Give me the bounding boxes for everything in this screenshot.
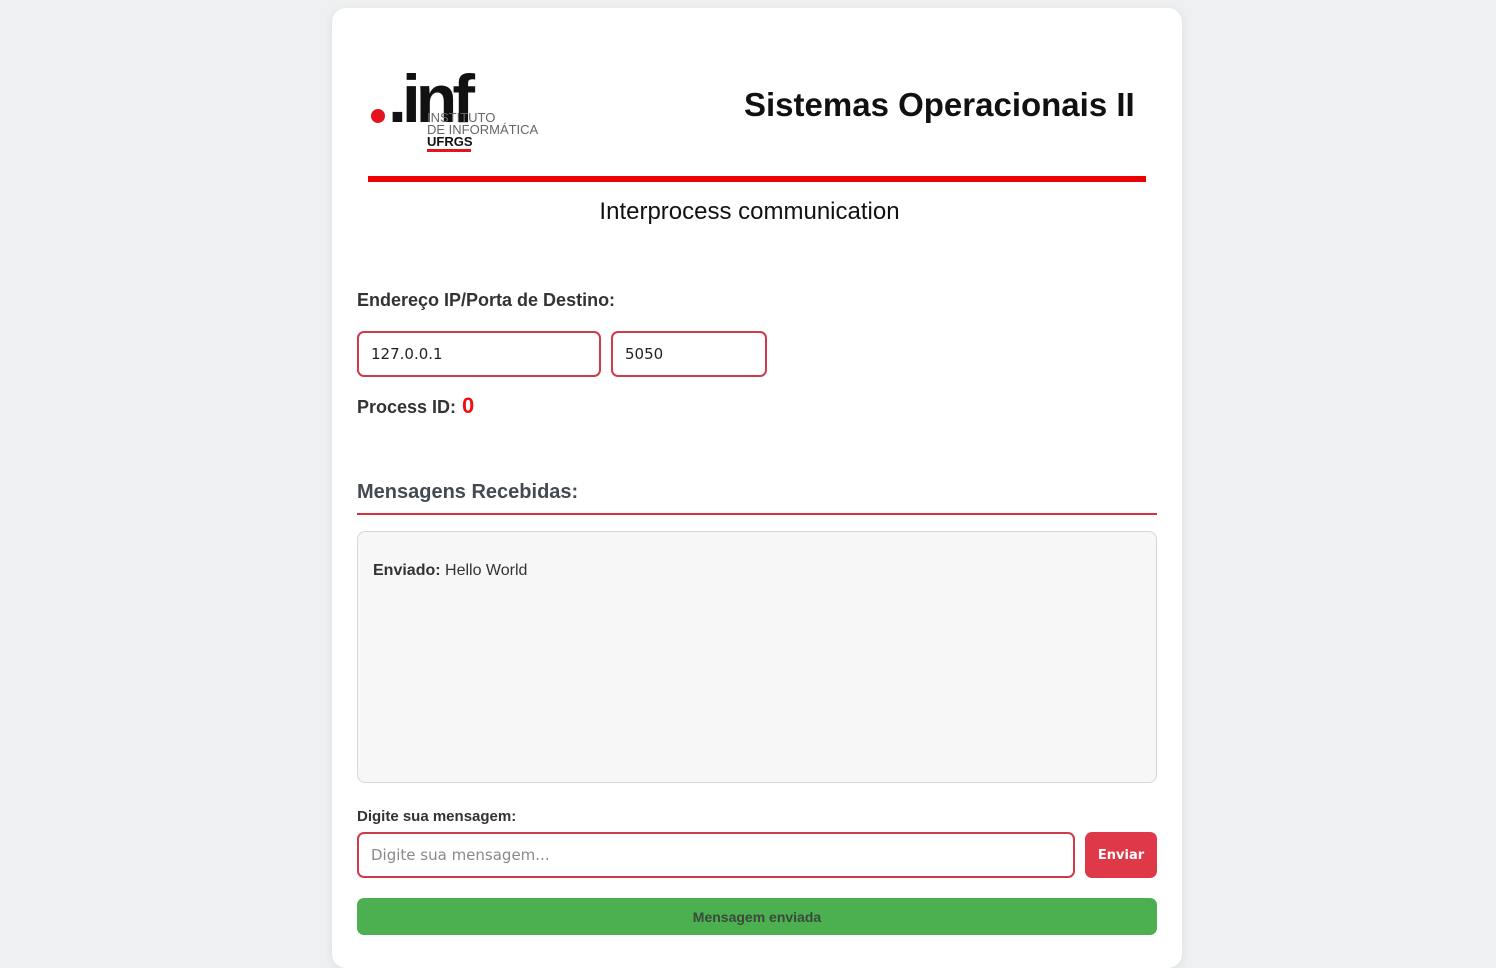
message-text: Hello World: [445, 562, 528, 579]
compose-label: Digite sua mensagem:: [357, 808, 517, 825]
process-id-value: 0: [462, 393, 475, 418]
messages-box[interactable]: Enviado: Hello World: [357, 531, 1157, 783]
port-input[interactable]: [611, 331, 767, 377]
messages-divider: [357, 513, 1157, 515]
logo-line3: UFRGS: [427, 134, 473, 149]
inf-ufrgs-logo: .inf INSTITUTO DE INFORMÁTICA UFRGS: [368, 64, 543, 159]
main-card: .inf INSTITUTO DE INFORMÁTICA UFRGS Sist…: [332, 8, 1182, 968]
message-prefix: Enviado:: [373, 562, 441, 579]
send-button[interactable]: Enviar: [1085, 832, 1157, 878]
received-messages-heading: Mensagens Recebidas:: [357, 481, 579, 503]
ip-address-input[interactable]: [357, 331, 601, 377]
course-title: Sistemas Operacionais II: [744, 86, 1135, 123]
status-text: Mensagem enviada: [692, 908, 822, 925]
message-item: Enviado: Hello World: [373, 562, 1141, 580]
process-id-label: Process ID:: [357, 397, 457, 417]
header-divider: [368, 176, 1146, 182]
address-label: Endereço IP/Porta de Destino:: [357, 290, 616, 310]
page-subtitle: Interprocess communication: [599, 198, 900, 225]
status-bar: Mensagem enviada: [357, 898, 1157, 935]
message-input[interactable]: [357, 832, 1075, 878]
